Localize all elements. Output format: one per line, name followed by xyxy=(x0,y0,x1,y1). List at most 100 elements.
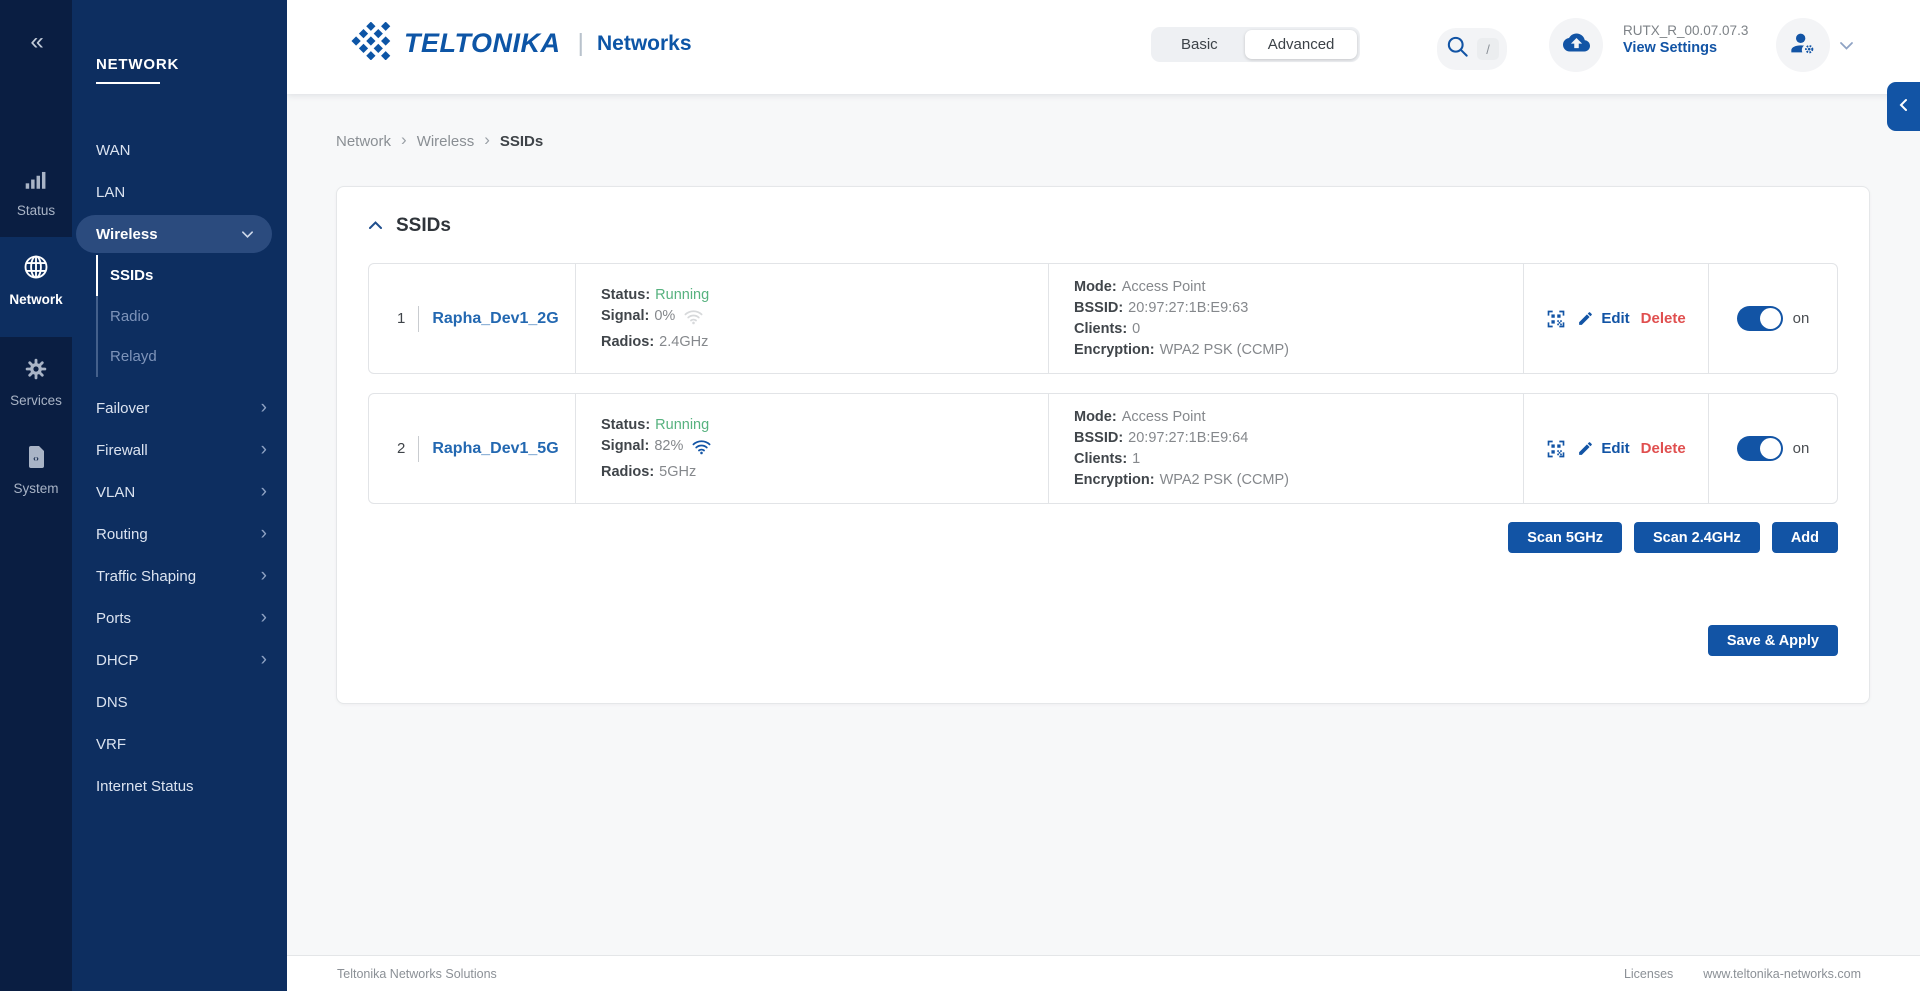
ssids-card-header[interactable]: SSIDs xyxy=(368,215,1838,237)
search-icon xyxy=(1445,34,1470,64)
sidebar-item-dns[interactable]: DNS xyxy=(72,681,287,723)
sidebar-item-internet-status[interactable]: Internet Status xyxy=(72,765,287,807)
enable-toggle[interactable] xyxy=(1737,436,1783,461)
sidebar-item-vlan[interactable]: VLAN› xyxy=(72,471,287,513)
user-gear-icon xyxy=(1789,29,1817,62)
radios-value: 2.4GHz xyxy=(659,333,708,352)
tab-basic[interactable]: Basic xyxy=(1154,30,1245,59)
edit-pencil-icon[interactable] xyxy=(1577,440,1594,457)
chevron-right-icon: › xyxy=(261,398,267,417)
footer-links: Licenses www.teltonika-networks.com xyxy=(1624,967,1861,981)
chevron-down-icon xyxy=(241,230,254,239)
clients-value: 0 xyxy=(1132,320,1140,339)
toggle-knob xyxy=(1760,308,1781,329)
chevron-down-icon xyxy=(1839,38,1854,56)
ssids-card: SSIDs 1 Rapha_Dev1_2G Status:Running Sig… xyxy=(336,186,1870,704)
rail-item-label: Network xyxy=(9,292,62,307)
qr-code-button[interactable] xyxy=(1546,439,1566,459)
sidebar-collapse-button[interactable]: « xyxy=(0,22,72,62)
breadcrumb-item-wireless[interactable]: Wireless xyxy=(417,133,475,150)
sidebar-item-ssids[interactable]: SSIDs xyxy=(96,255,287,296)
edit-button[interactable]: Edit xyxy=(1601,310,1629,327)
sidebar-item-ports[interactable]: Ports› xyxy=(72,597,287,639)
sidebar-item-traffic-shaping[interactable]: Traffic Shaping› xyxy=(72,555,287,597)
view-settings-link[interactable]: View Settings xyxy=(1623,40,1748,56)
signal-label: Signal: xyxy=(601,437,649,456)
enable-toggle[interactable] xyxy=(1737,306,1783,331)
delete-button[interactable]: Delete xyxy=(1641,310,1686,327)
ssid-details-cell: Mode:Access Point BSSID:20:97:27:1B:E9:6… xyxy=(1048,264,1523,373)
logo-primary-text: TELTONIKA xyxy=(404,28,561,59)
chevron-right-icon: › xyxy=(401,130,407,150)
encryption-value: WPA2 PSK (CCMP) xyxy=(1160,341,1289,360)
rail-item-services[interactable]: Services xyxy=(0,340,72,428)
breadcrumb-item-network[interactable]: Network xyxy=(336,133,391,150)
device-name: RUTX_R_00.07.07.3 xyxy=(1623,23,1748,38)
sidebar-item-dhcp[interactable]: DHCP› xyxy=(72,639,287,681)
sidebar-item-label: Wireless xyxy=(96,226,158,243)
sidebar-item-label: DHCP xyxy=(96,652,139,669)
mode-label: Mode: xyxy=(1074,408,1117,427)
account-menu-chevron[interactable] xyxy=(1839,38,1854,56)
ssid-name-cell: 2 Rapha_Dev1_5G xyxy=(369,394,575,503)
sidebar-item-relayd[interactable]: Relayd xyxy=(96,336,287,377)
sidebar-item-label: Radio xyxy=(110,308,149,325)
sidebar-item-routing[interactable]: Routing › xyxy=(72,513,287,555)
chevron-right-icon: › xyxy=(261,524,267,543)
save-apply-button[interactable]: Save & Apply xyxy=(1708,625,1838,656)
edit-button[interactable]: Edit xyxy=(1601,440,1629,457)
sidebar-item-firewall[interactable]: Firewall› xyxy=(72,429,287,471)
panel-title: SSIDs xyxy=(396,215,451,237)
add-button[interactable]: Add xyxy=(1772,522,1838,553)
radios-value: 5GHz xyxy=(659,463,696,482)
sidebar-item-label: Ports xyxy=(96,610,131,627)
sidebar-item-label: Internet Status xyxy=(96,778,194,795)
ssid-name-cell: 1 Rapha_Dev1_2G xyxy=(369,264,575,373)
sidebar-item-label: VRF xyxy=(96,736,126,753)
ssid-rows: 1 Rapha_Dev1_2G Status:Running Signal:0%… xyxy=(368,263,1838,504)
chevron-left-icon xyxy=(1899,97,1908,117)
wireless-active-pill[interactable]: Wireless xyxy=(76,215,272,253)
sidebar-item-vrf[interactable]: VRF xyxy=(72,723,287,765)
mode-segmented-control: Basic Advanced xyxy=(1151,27,1360,62)
sidebar-item-label: Routing xyxy=(96,526,148,543)
ssid-name-link[interactable]: Rapha_Dev1_2G xyxy=(432,310,558,328)
save-button-row: Save & Apply xyxy=(368,625,1838,656)
sidebar-item-radio[interactable]: Radio xyxy=(96,296,287,337)
sidebar-item-label: Relayd xyxy=(110,348,157,365)
rail-item-network[interactable]: Network xyxy=(0,237,72,337)
scan-24ghz-button[interactable]: Scan 2.4GHz xyxy=(1634,522,1760,553)
rail-item-label: Services xyxy=(10,393,62,408)
encryption-value: WPA2 PSK (CCMP) xyxy=(1160,471,1289,490)
sidebar-item-failover[interactable]: Failover› xyxy=(72,387,287,429)
ssid-toggle-cell: on xyxy=(1708,264,1837,373)
bssid-value: 20:97:27:1B:E9:64 xyxy=(1128,429,1248,448)
rail-item-label: System xyxy=(13,481,58,496)
website-link[interactable]: www.teltonika-networks.com xyxy=(1703,967,1861,981)
rail-item-system[interactable]: ‹› System xyxy=(0,428,72,516)
footer-copyright: Teltonika Networks Solutions xyxy=(337,967,497,981)
ssid-row: 2 Rapha_Dev1_5G Status:Running Signal:82… xyxy=(368,393,1838,504)
sidebar-item-lan[interactable]: LAN xyxy=(72,171,287,213)
ssid-row: 1 Rapha_Dev1_2G Status:Running Signal:0%… xyxy=(368,263,1838,374)
licenses-link[interactable]: Licenses xyxy=(1624,967,1673,981)
teltonika-logo-mark-icon xyxy=(351,22,395,65)
user-account-button[interactable] xyxy=(1776,18,1830,72)
events-flyout-handle[interactable] xyxy=(1887,82,1920,131)
delete-button[interactable]: Delete xyxy=(1641,440,1686,457)
rail-item-status[interactable]: Status xyxy=(0,150,72,236)
sidebar-item-wan[interactable]: WAN xyxy=(72,129,287,171)
edit-pencil-icon[interactable] xyxy=(1577,310,1594,327)
encryption-label: Encryption: xyxy=(1074,341,1155,360)
bssid-label: BSSID: xyxy=(1074,299,1123,318)
cloud-sync-button[interactable] xyxy=(1549,18,1603,72)
toggle-knob xyxy=(1760,438,1781,459)
sidebar-item-label: SSIDs xyxy=(110,267,153,284)
tab-advanced[interactable]: Advanced xyxy=(1245,30,1358,59)
sidebar-item-wireless[interactable]: Wireless xyxy=(72,213,287,255)
ssid-name-link[interactable]: Rapha_Dev1_5G xyxy=(432,440,558,458)
clients-label: Clients: xyxy=(1074,450,1127,469)
search-control[interactable]: / xyxy=(1437,28,1507,70)
scan-5ghz-button[interactable]: Scan 5GHz xyxy=(1508,522,1622,553)
qr-code-button[interactable] xyxy=(1546,309,1566,329)
